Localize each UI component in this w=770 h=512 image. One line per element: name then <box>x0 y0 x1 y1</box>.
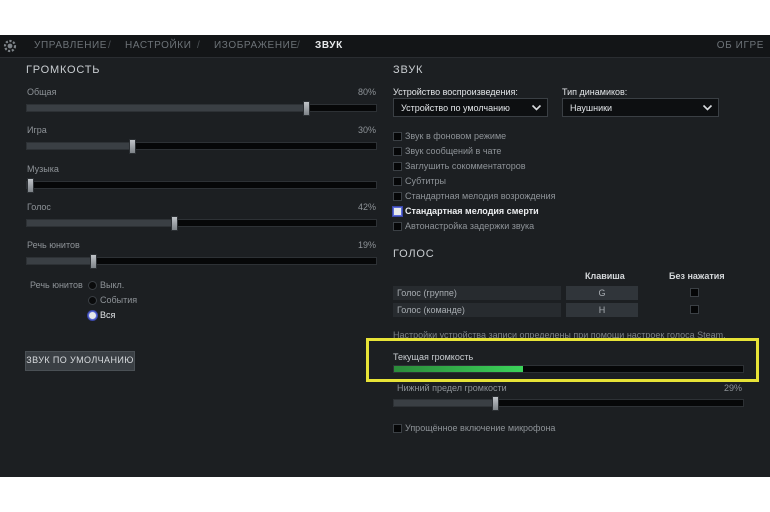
sound-title: ЗВУК <box>393 64 424 76</box>
checkbox[interactable] <box>393 424 402 434</box>
volume-slider[interactable] <box>26 101 377 116</box>
simplified-mic-option[interactable]: Упрощённое включение микрофона <box>393 423 555 434</box>
radio-button[interactable] <box>88 311 97 321</box>
lower-limit-slider-fill <box>394 400 496 406</box>
radio-all[interactable]: Вся <box>88 310 115 321</box>
playback-device-select[interactable]: Устройство по умолчанию <box>393 98 548 117</box>
radio-button[interactable] <box>88 296 97 306</box>
sound-option[interactable]: Звук в фоновом режиме <box>393 131 506 142</box>
sound-option[interactable]: Стандартная мелодия возрождения <box>393 191 556 202</box>
volume-slider[interactable] <box>26 254 377 269</box>
lower-limit-slider[interactable] <box>393 396 744 411</box>
gear-icon[interactable] <box>2 38 18 54</box>
speaker-type-select[interactable]: Наушники <box>562 98 719 117</box>
tab-options[interactable]: НАСТРОЙКИ <box>125 40 192 51</box>
tab-controls[interactable]: УПРАВЛЕНИЕ <box>34 40 107 51</box>
lower-limit-slider-handle[interactable] <box>492 396 500 411</box>
nav-separator: / <box>108 40 111 51</box>
voice-party-row: Голос (группе) <box>393 286 561 300</box>
top-nav-bar: УПРАВЛЕНИЕ / НАСТРОЙКИ / ИЗОБРАЖЕНИЕ / З… <box>0 35 770 58</box>
slider-label: Голос <box>27 202 51 212</box>
key-column-header: Клавиша <box>585 271 625 281</box>
playback-device-label: Устройство воспроизведения: <box>393 87 518 97</box>
lower-limit-label: Нижний предел громкости <box>397 383 507 393</box>
slider-value: 80% <box>357 87 376 97</box>
sound-option[interactable]: Заглушить сокомментаторов <box>393 161 526 172</box>
slider-value: 42% <box>357 202 376 212</box>
voice-party-no-press-checkbox[interactable] <box>690 288 699 297</box>
chevron-down-icon <box>702 104 713 111</box>
slider-label: Речь юнитов <box>27 240 80 250</box>
volume-slider-handle[interactable] <box>303 101 311 116</box>
unit-speech-options-label: Речь юнитов <box>30 280 83 290</box>
default-sound-button[interactable]: ЗВУК ПО УМОЛЧАНИЮ <box>25 351 135 371</box>
checkbox[interactable] <box>393 207 402 217</box>
slider-label: Общая <box>27 87 57 97</box>
volume-slider[interactable] <box>26 216 377 231</box>
highlight-box <box>366 338 759 382</box>
sound-option[interactable]: Субтитры <box>393 176 446 187</box>
speaker-type-label: Тип динамиков: <box>562 87 628 97</box>
voice-title: ГОЛОС <box>393 248 435 260</box>
voice-team-key[interactable]: H <box>566 303 638 317</box>
lower-limit-value: 29% <box>723 383 742 393</box>
slider-label: Игра <box>27 125 47 135</box>
checkbox[interactable] <box>393 132 402 142</box>
volume-slider-fill <box>27 105 307 111</box>
checkbox[interactable] <box>393 162 402 172</box>
no-press-column-header: Без нажатия <box>669 271 725 281</box>
volume-slider-fill <box>27 143 132 149</box>
volume-slider[interactable] <box>26 178 377 193</box>
volume-slider-fill <box>27 258 94 264</box>
volume-title: ГРОМКОСТЬ <box>26 64 101 76</box>
voice-team-row: Голос (команде) <box>393 303 561 317</box>
checkbox[interactable] <box>393 192 402 202</box>
voice-team-no-press-checkbox[interactable] <box>690 305 699 314</box>
settings-panel: УПРАВЛЕНИЕ / НАСТРОЙКИ / ИЗОБРАЖЕНИЕ / З… <box>0 35 770 477</box>
checkbox[interactable] <box>393 147 402 157</box>
volume-slider-handle[interactable] <box>128 139 136 154</box>
checkbox[interactable] <box>393 177 402 187</box>
sound-option[interactable]: Автонастройка задержки звука <box>393 221 534 232</box>
slider-label: Музыка <box>27 164 59 174</box>
radio-events[interactable]: События <box>88 295 137 306</box>
nav-separator: / <box>297 40 300 51</box>
slider-value: 19% <box>357 240 376 250</box>
volume-slider-fill <box>27 220 174 226</box>
chevron-down-icon <box>531 104 542 111</box>
radio-button[interactable] <box>88 281 97 291</box>
nav-separator: / <box>197 40 200 51</box>
sound-option[interactable]: Звук сообщений в чате <box>393 146 501 157</box>
volume-slider-handle[interactable] <box>170 216 178 231</box>
tab-video[interactable]: ИЗОБРАЖЕНИЕ <box>214 40 298 51</box>
volume-slider-handle[interactable] <box>90 254 98 269</box>
radio-off[interactable]: Выкл. <box>88 280 124 291</box>
slider-value: 30% <box>357 125 376 135</box>
volume-slider[interactable] <box>26 139 377 154</box>
sound-option[interactable]: Стандартная мелодия смерти <box>393 206 539 217</box>
checkbox[interactable] <box>393 222 402 232</box>
about-game-link[interactable]: ОБ ИГРЕ <box>717 40 764 51</box>
tab-audio[interactable]: ЗВУК <box>315 40 343 51</box>
volume-slider-handle[interactable] <box>27 178 34 193</box>
voice-party-key[interactable]: G <box>566 286 638 300</box>
